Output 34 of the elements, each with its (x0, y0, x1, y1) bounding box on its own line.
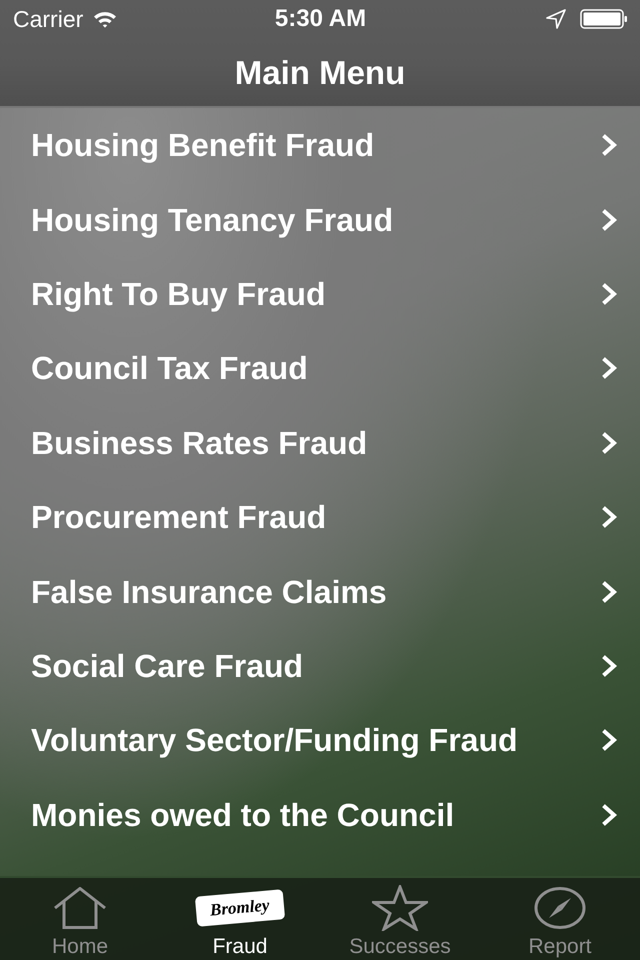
star-icon (372, 885, 428, 931)
chevron-right-icon (602, 506, 618, 528)
compass-icon (534, 887, 586, 929)
tab-item[interactable]: Bromley Fraud (160, 878, 320, 960)
nav-title: Main Menu (234, 56, 406, 88)
chevron-right-icon (602, 729, 618, 752)
menu-item[interactable]: Council Tax Fraud (0, 331, 640, 406)
chevron-right-icon (602, 357, 618, 380)
location-arrow-icon (546, 9, 566, 29)
wifi-icon (93, 10, 118, 28)
battery-icon (580, 9, 628, 29)
status-time: 5:30 AM (274, 7, 366, 31)
menu-item[interactable]: Voluntary Sector/Funding Fraud (0, 703, 640, 778)
chevron-right-icon (602, 432, 618, 454)
menu-item[interactable]: Business Rates Fraud (0, 406, 640, 480)
chevron-right-icon (602, 804, 618, 826)
logo-badge: Bromley (197, 891, 283, 925)
chevron-right-icon (602, 208, 618, 231)
chevron-right-icon (602, 282, 618, 305)
menu-item[interactable]: Right To Buy Fraud (0, 256, 640, 332)
tab-item[interactable]: Home (0, 878, 160, 960)
menu-item[interactable]: Procurement Fraud (0, 480, 640, 554)
menu-item[interactable]: False Insurance Claims (0, 554, 640, 629)
menu-item[interactable]: Housing Benefit Fraud (0, 108, 640, 182)
menu-item[interactable]: Social Care Fraud (0, 628, 640, 704)
chevron-right-icon (602, 134, 618, 156)
carrier-name: Carrier (13, 8, 84, 30)
menu-item[interactable]: Housing Tenancy Fraud (0, 182, 640, 257)
menu-item[interactable]: Monies owed to the Council (0, 778, 640, 852)
tab-item[interactable]: Successes (320, 878, 480, 960)
house-icon (53, 887, 107, 929)
chevron-right-icon (602, 654, 618, 677)
tab-item[interactable]: Report (480, 878, 640, 960)
chevron-right-icon (602, 580, 618, 603)
